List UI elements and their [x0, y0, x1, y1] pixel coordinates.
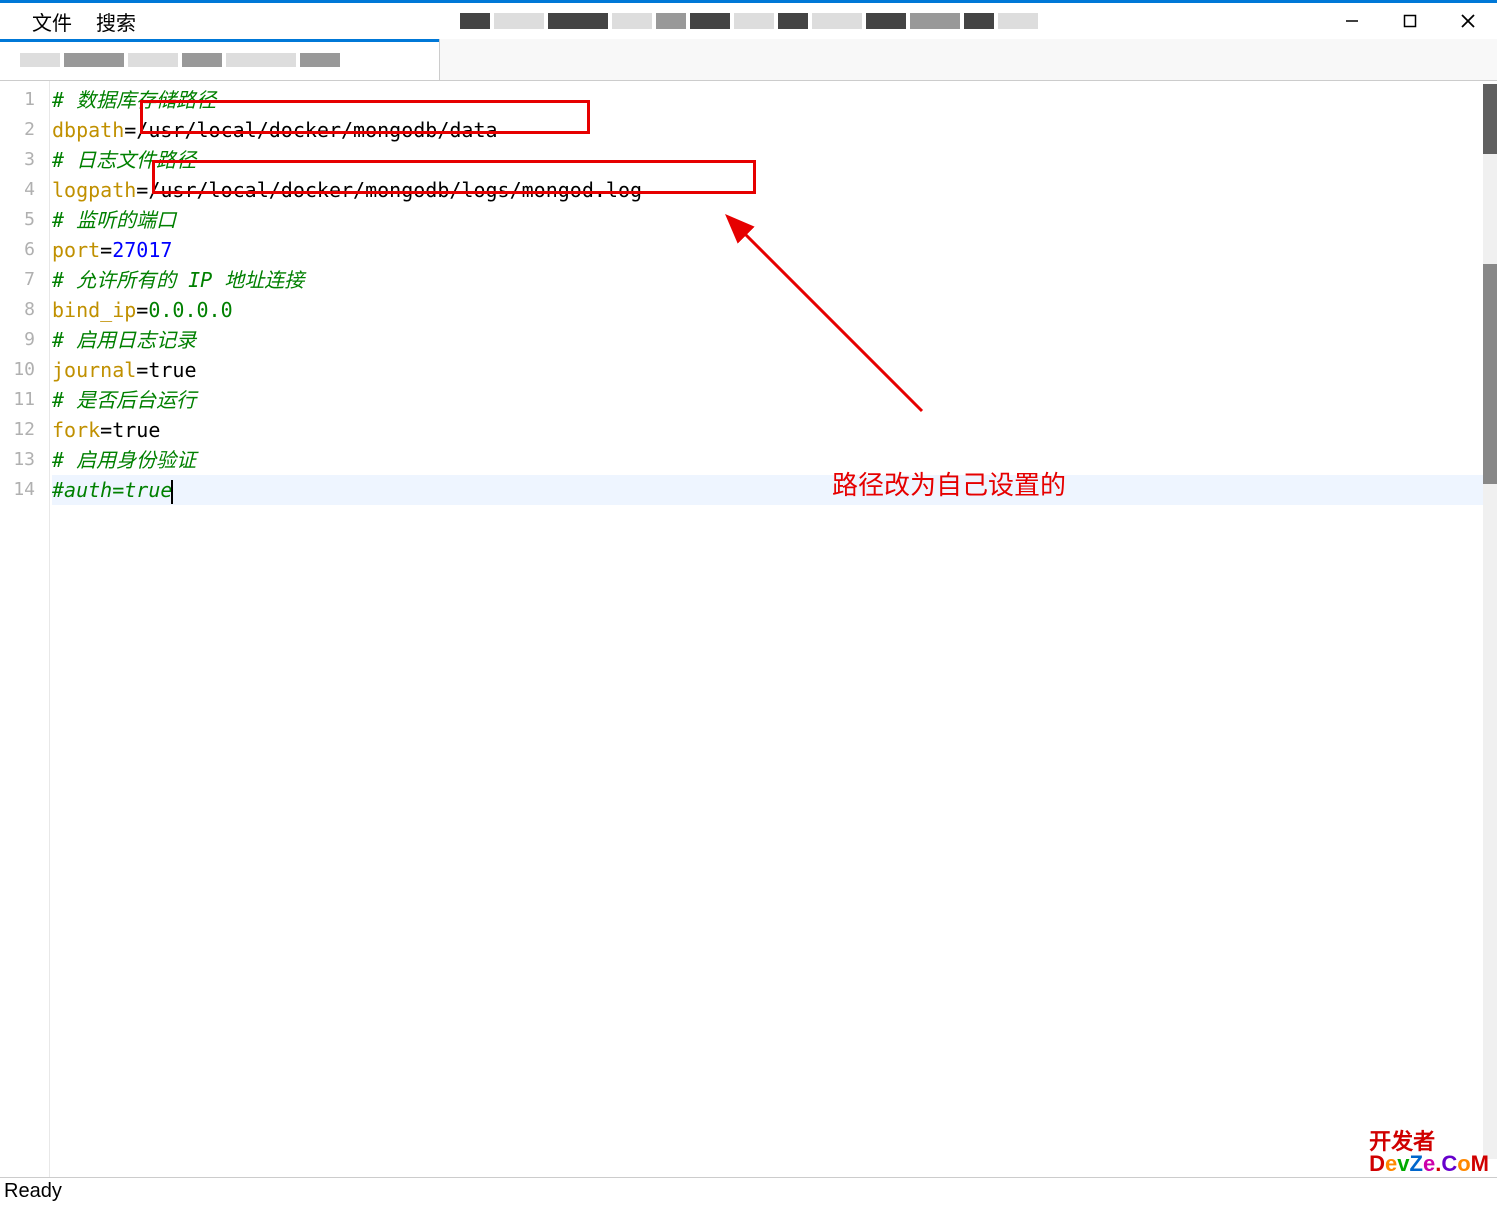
line-number: 11	[0, 385, 49, 415]
line-number: 12	[0, 415, 49, 445]
code-line[interactable]: fork=true	[52, 415, 1497, 445]
editor-area[interactable]: 1 2 3 4 5 6 7 8 9 10 11 12 13 14 # 数据库存储…	[0, 81, 1497, 1177]
tab-active[interactable]	[0, 39, 440, 80]
code-line[interactable]: # 启用日志记录	[52, 325, 1497, 355]
line-number: 8	[0, 295, 49, 325]
title-center-pixelated	[460, 13, 1038, 29]
line-number: 13	[0, 445, 49, 475]
line-number: 1	[0, 85, 49, 115]
code-content[interactable]: # 数据库存储路径 dbpath=/usr/local/docker/mongo…	[52, 81, 1497, 1177]
annotation-text: 路径改为自己设置的	[832, 465, 1066, 502]
line-number: 4	[0, 175, 49, 205]
scroll-thumb[interactable]	[1483, 264, 1497, 484]
line-number: 14	[0, 475, 49, 505]
code-line[interactable]: # 允许所有的 IP 地址连接	[52, 265, 1497, 295]
minimize-button[interactable]	[1323, 3, 1381, 39]
line-number: 5	[0, 205, 49, 235]
maximize-button[interactable]	[1381, 3, 1439, 39]
line-number: 9	[0, 325, 49, 355]
code-line[interactable]: dbpath=/usr/local/docker/mongodb/data	[52, 115, 1497, 145]
line-number: 10	[0, 355, 49, 385]
text-cursor	[171, 480, 173, 504]
line-gutter: 1 2 3 4 5 6 7 8 9 10 11 12 13 14	[0, 81, 50, 1177]
code-line-current[interactable]: #auth=true	[52, 475, 1497, 505]
code-line[interactable]: # 日志文件路径	[52, 145, 1497, 175]
line-number: 6	[0, 235, 49, 265]
tabbar	[0, 39, 1497, 81]
code-line[interactable]: port=27017	[52, 235, 1497, 265]
code-line[interactable]: # 监听的端口	[52, 205, 1497, 235]
maximize-icon	[1403, 14, 1417, 28]
menubar: 文件 搜索	[0, 3, 148, 40]
menu-file[interactable]: 文件	[20, 3, 84, 40]
line-number: 7	[0, 265, 49, 295]
close-button[interactable]	[1439, 3, 1497, 39]
window: 文件 搜索	[0, 0, 1497, 1205]
line-number: 3	[0, 145, 49, 175]
scrollbar-vertical[interactable]	[1483, 84, 1497, 1159]
code-line[interactable]: journal=true	[52, 355, 1497, 385]
code-line[interactable]: # 启用身份验证	[52, 445, 1497, 475]
code-line[interactable]: logpath=/usr/local/docker/mongodb/logs/m…	[52, 175, 1497, 205]
status-text: Ready	[4, 1180, 62, 1203]
line-number: 2	[0, 115, 49, 145]
watermark: 开发者 DevZe.CoM	[1369, 1131, 1489, 1175]
window-controls	[1323, 3, 1497, 39]
titlebar: 文件 搜索	[0, 3, 1497, 39]
watermark-top: 开发者	[1369, 1131, 1489, 1153]
tab-title-pixelated	[20, 53, 340, 67]
scroll-thumb[interactable]	[1483, 84, 1497, 154]
watermark-bottom: DevZe.CoM	[1369, 1153, 1489, 1175]
statusbar: Ready	[0, 1177, 1497, 1205]
code-line[interactable]: # 是否后台运行	[52, 385, 1497, 415]
minimize-icon	[1345, 14, 1359, 28]
menu-search[interactable]: 搜索	[84, 3, 148, 40]
code-line[interactable]: # 数据库存储路径	[52, 85, 1497, 115]
close-icon	[1460, 13, 1476, 29]
code-line[interactable]: bind_ip=0.0.0.0	[52, 295, 1497, 325]
